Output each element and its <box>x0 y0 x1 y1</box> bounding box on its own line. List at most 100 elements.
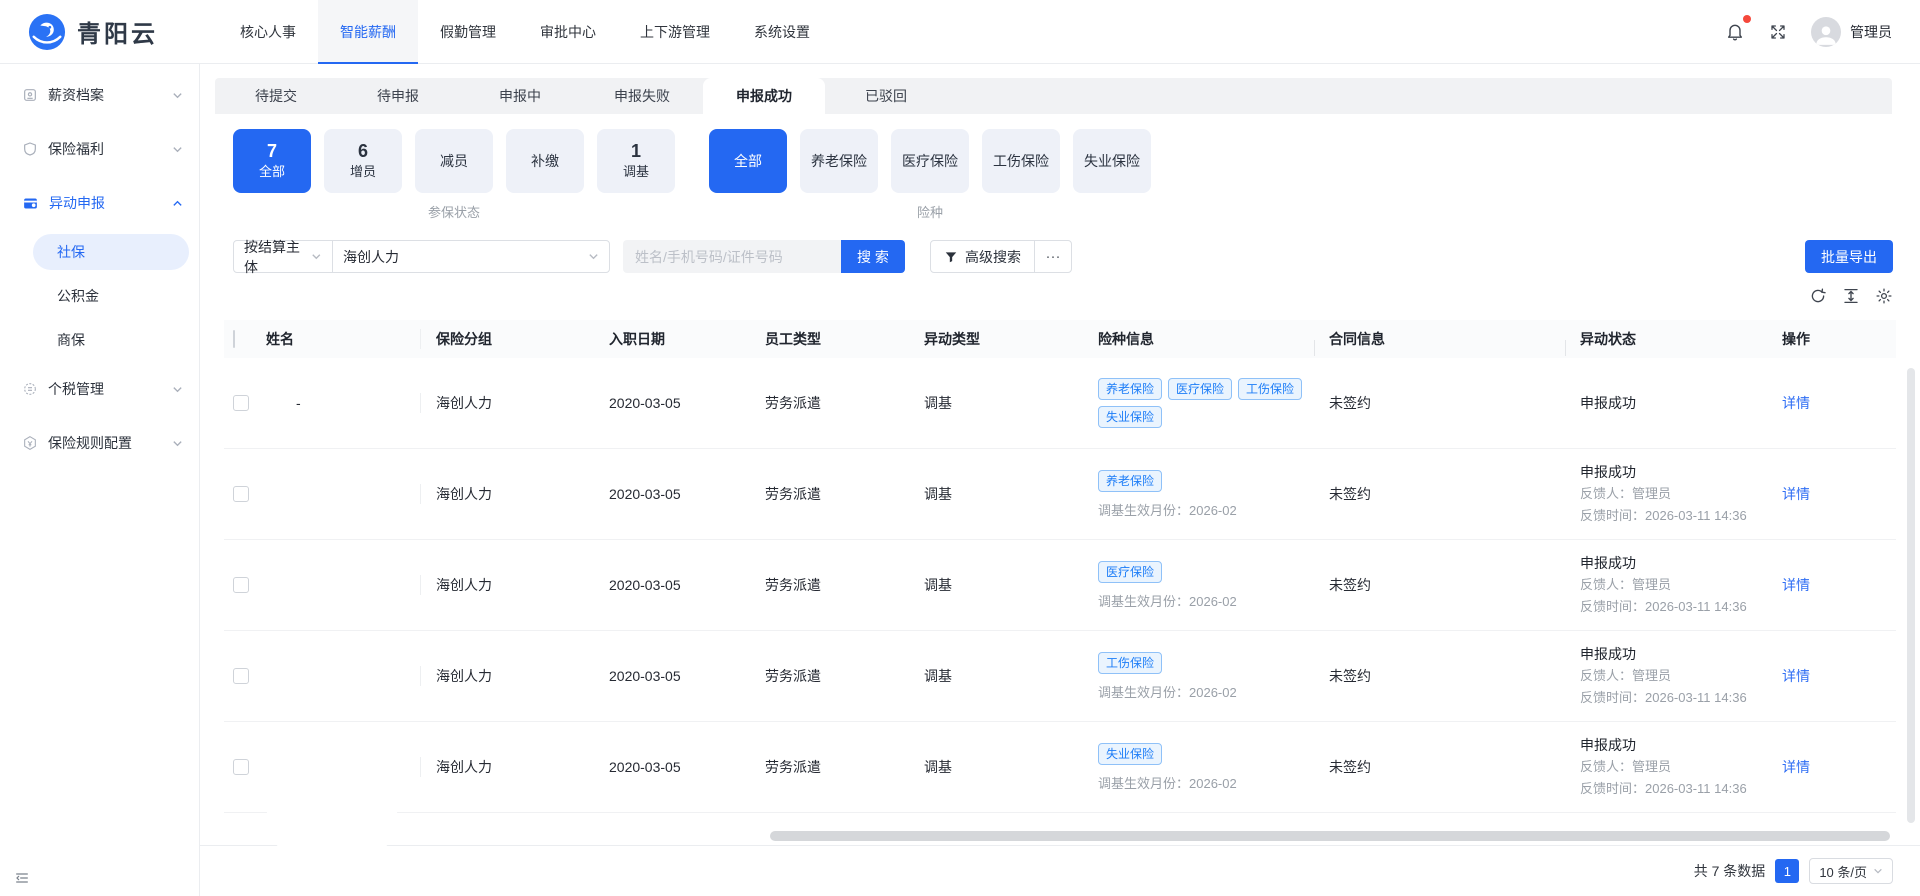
detail-link[interactable]: 详情 <box>1782 393 1896 413</box>
detail-link[interactable]: 详情 <box>1782 666 1896 686</box>
cell-insurance-group: 海创人力 <box>420 757 594 777</box>
table-row: 海创人力 2020-03-05 劳务派遣 调基 工伤保险 调基生效月份：2026… <box>224 631 1896 722</box>
insurance-benefits-icon <box>22 141 38 157</box>
header-name: 姓名 <box>266 331 294 347</box>
bell-icon[interactable] <box>1725 14 1751 42</box>
cell-name: - <box>296 395 301 411</box>
sidebar-item-salary-archive[interactable]: 薪资档案 <box>0 68 199 122</box>
header-actions: 操作 <box>1782 331 1810 347</box>
row-checkbox[interactable] <box>233 577 249 593</box>
filter-field-select[interactable]: 按结算主体 <box>233 239 333 275</box>
cell-change-type: 调基 <box>924 486 952 502</box>
select-all-checkbox[interactable] <box>233 330 235 348</box>
total-count: 共 7 条数据 <box>1693 863 1766 879</box>
detail-link[interactable]: 详情 <box>1782 484 1896 504</box>
feedback-time: 反馈时间：2026-03-11 14:36 <box>1580 781 1747 796</box>
table-row: 海创人力 2020-03-05 劳务派遣 调基 医疗保险 调基生效月份：2026… <box>224 540 1896 631</box>
cell-insurance-info: 失业保险 调基生效月份：2026-02 <box>1083 742 1314 792</box>
row-checkbox[interactable] <box>233 759 249 775</box>
page-size-select[interactable]: 10 条/页 <box>1809 858 1893 884</box>
row-checkbox[interactable] <box>233 486 249 502</box>
insurance-card-medical[interactable]: 医疗保险 <box>891 129 969 193</box>
fullscreen-icon[interactable] <box>1769 23 1787 41</box>
cell-hire-date: 2020-03-05 <box>609 395 681 411</box>
cell-status: 申报成功 <box>1580 395 1636 411</box>
cell-contract: 未签约 <box>1329 577 1371 593</box>
insurance-badge: 养老保险 <box>1098 378 1163 400</box>
cell-hire-date: 2020-03-05 <box>609 486 681 502</box>
change-declaration-icon <box>22 195 39 212</box>
app-logo[interactable]: 青阳云 <box>28 13 208 51</box>
table-row: - 海创人力 2020-03-05 劳务派遣 调基 养老保险 医疗保险 工伤保险… <box>224 358 1896 449</box>
nav-item-upstream-downstream[interactable]: 上下游管理 <box>618 0 732 64</box>
filter-card-base-adjust[interactable]: 1 调基 <box>597 129 675 193</box>
filter-card-all[interactable]: 7 全部 <box>233 129 311 193</box>
cell-insurance-group: 海创人力 <box>420 666 594 686</box>
top-navbar: 青阳云 核心人事 智能薪酬 假勤管理 审批中心 上下游管理 系统设置 管理员 <box>0 0 1920 64</box>
detail-link[interactable]: 详情 <box>1782 757 1896 777</box>
detail-link[interactable]: 详情 <box>1782 575 1896 595</box>
sidebar-item-commercial-insurance[interactable]: 商保 <box>0 318 199 362</box>
nav-item-system-settings[interactable]: 系统设置 <box>732 0 832 64</box>
row-checkbox[interactable] <box>233 395 249 411</box>
nav-item-approval-center[interactable]: 审批中心 <box>518 0 618 64</box>
insurance-card-all[interactable]: 全部 <box>709 129 787 193</box>
search-button[interactable]: 搜 索 <box>841 240 905 273</box>
sidebar-item-tax-management[interactable]: 个税管理 <box>0 362 199 416</box>
logo-icon <box>28 13 66 51</box>
cell-employee-type: 劳务派遣 <box>765 759 821 775</box>
filter-card-add-employee[interactable]: 6 增员 <box>324 129 402 193</box>
insurance-card-pension[interactable]: 养老保险 <box>800 129 878 193</box>
chevron-down-icon <box>172 144 183 155</box>
insurance-card-unemployment[interactable]: 失业保险 <box>1073 129 1151 193</box>
more-filters-button[interactable]: ··· <box>1035 248 1071 265</box>
user-menu[interactable]: 管理员 <box>1811 16 1892 47</box>
search-toolbar: 按结算主体 海创人力 搜 索 高级搜索 ··· 批量导出 <box>233 239 1893 275</box>
cell-status: 申报成功 反馈人：管理员 反馈时间：2026-03-11 14:36 <box>1565 461 1767 527</box>
insurance-group-label: 险种 <box>916 205 943 220</box>
nav-item-core-hr[interactable]: 核心人事 <box>218 0 318 64</box>
keyword-search-input[interactable] <box>623 240 841 273</box>
header-change-status: 异动状态 <box>1565 329 1767 356</box>
company-select[interactable]: 海创人力 <box>332 240 610 273</box>
tab-pending-submit[interactable]: 待提交 <box>215 78 337 114</box>
vertical-scrollbar[interactable] <box>1907 368 1915 823</box>
cell-status: 申报成功 反馈人：管理员 反馈时间：2026-03-11 14:36 <box>1565 552 1767 618</box>
nav-item-smart-payroll[interactable]: 智能薪酬 <box>318 0 418 64</box>
refresh-icon[interactable] <box>1809 287 1827 305</box>
row-checkbox[interactable] <box>233 668 249 684</box>
sidebar-item-insurance-rule-config[interactable]: 保险规则配置 <box>0 416 199 470</box>
sidebar-item-housing-fund[interactable]: 公积金 <box>0 274 199 318</box>
insurance-card-injury[interactable]: 工伤保险 <box>982 129 1060 193</box>
advanced-search-group: 高级搜索 ··· <box>930 240 1072 273</box>
header-insurance-group: 保险分组 <box>420 329 594 349</box>
status-card-group: 7 全部 6 增员 减员 补缴 1 调基 参保状态 <box>233 129 675 220</box>
cell-change-type: 调基 <box>924 668 952 684</box>
chevron-down-icon <box>172 384 183 395</box>
advanced-search-button[interactable]: 高级搜索 <box>931 241 1034 272</box>
tab-declare-failed[interactable]: 申报失败 <box>581 78 703 114</box>
main-nav: 核心人事 智能薪酬 假勤管理 审批中心 上下游管理 系统设置 <box>218 0 832 64</box>
user-name: 管理员 <box>1850 23 1892 40</box>
tab-pending-declare[interactable]: 待申报 <box>337 78 459 114</box>
filter-card-remove-employee[interactable]: 减员 <box>415 129 493 193</box>
tab-rejected[interactable]: 已驳回 <box>825 78 947 114</box>
horizontal-scrollbar[interactable] <box>770 831 1890 841</box>
cell-insurance-info: 医疗保险 调基生效月份：2026-02 <box>1083 560 1314 610</box>
cell-change-type: 调基 <box>924 577 952 593</box>
filter-card-back-payment[interactable]: 补缴 <box>506 129 584 193</box>
cell-contract: 未签约 <box>1329 486 1371 502</box>
batch-export-button[interactable]: 批量导出 <box>1805 240 1893 273</box>
declaration-table: 姓名 保险分组 入职日期 员工类型 异动类型 险种信息 合同信息 异动状态 操作… <box>224 320 1896 813</box>
nav-item-attendance[interactable]: 假勤管理 <box>418 0 518 64</box>
tab-declare-success[interactable]: 申报成功 <box>703 78 825 114</box>
collapse-sidebar-icon[interactable] <box>14 870 30 886</box>
sidebar-item-insurance-benefits[interactable]: 保险福利 <box>0 122 199 176</box>
row-height-icon[interactable] <box>1842 287 1860 305</box>
tab-declaring[interactable]: 申报中 <box>459 78 581 114</box>
page-number-button[interactable]: 1 <box>1775 859 1800 883</box>
gear-icon[interactable] <box>1875 287 1893 305</box>
cell-change-type: 调基 <box>924 395 952 411</box>
sidebar-item-social-insurance[interactable]: 社保 <box>33 234 189 270</box>
sidebar-item-change-declaration[interactable]: 异动申报 <box>0 176 199 230</box>
